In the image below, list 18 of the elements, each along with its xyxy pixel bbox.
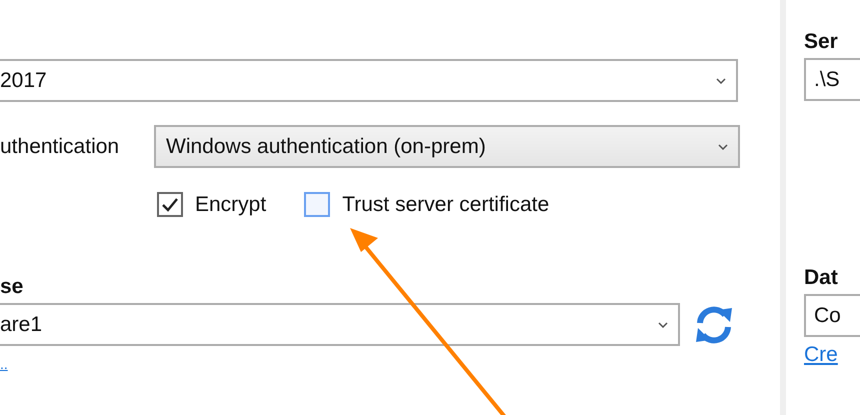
authentication-dropdown[interactable]: Windows authentication (on-prem) — [154, 125, 740, 168]
caret-icon — [658, 322, 668, 328]
refresh-icon[interactable] — [694, 304, 734, 346]
server-label: Ser — [804, 30, 839, 54]
authentication-label: uthentication — [0, 134, 120, 158]
database-field[interactable]: Co — [804, 294, 860, 337]
link[interactable]: .. — [0, 356, 780, 372]
server-field[interactable]: .\S — [804, 58, 860, 101]
database-label: se — [0, 275, 24, 299]
caret-icon — [718, 144, 728, 150]
checkbox[interactable]: Encrypt — [157, 192, 266, 217]
caret-icon — [716, 78, 726, 84]
checkbox[interactable]: Trust server certificate — [304, 192, 550, 217]
database-dropdown[interactable]: are1 — [0, 303, 680, 346]
database-label: Dat — [804, 266, 839, 290]
create-link[interactable]: Cre — [804, 343, 838, 367]
checkmark-icon — [162, 198, 178, 212]
server-type-dropdown[interactable]: 2017 — [0, 59, 738, 102]
